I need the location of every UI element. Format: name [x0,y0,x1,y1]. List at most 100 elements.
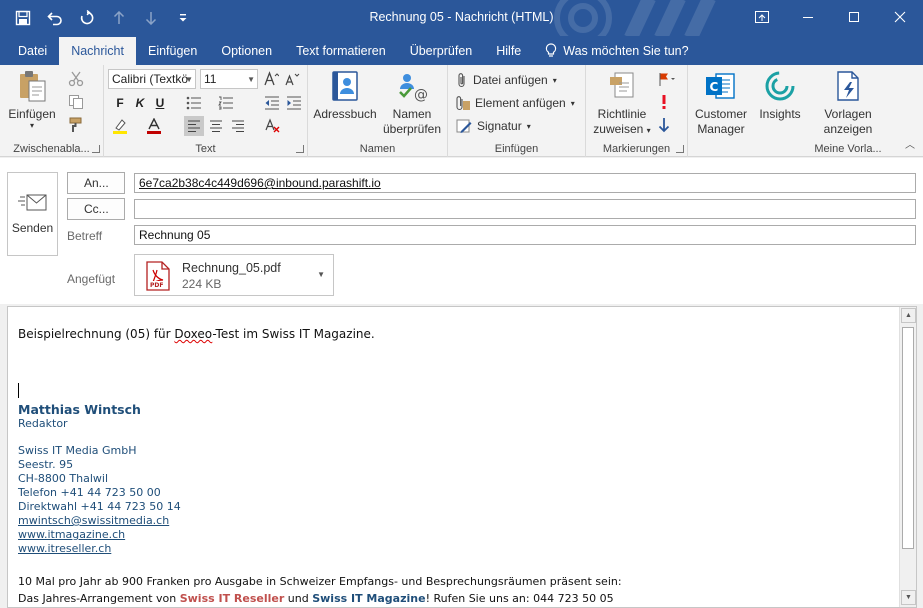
bold-button[interactable]: F [110,93,130,113]
promo-line-1: 10 Mal pro Jahr ab 900 Franken pro Ausga… [18,575,622,588]
signature-company: Swiss IT Media GmbH [18,444,137,457]
lightbulb-icon [546,43,557,57]
promo-line-2: Das Jahres-Arrangement von Swiss IT Rese… [18,592,614,605]
insights-button[interactable]: Insights [754,69,806,122]
font-color-icon[interactable] [144,116,164,136]
numbering-icon[interactable] [216,93,236,113]
attach-file-button[interactable]: Datei anfügen ▾ [456,69,557,91]
message-header: Senden An... 6e7ca2b38c4c449d696@inbound… [0,158,923,304]
customize-toolbar-icon[interactable] [170,6,196,30]
to-button[interactable]: An... [67,172,125,194]
misspelled-word[interactable]: Doxeo [174,327,212,341]
check-names-button[interactable]: @ Namen überprüfen [380,69,444,137]
cut-icon[interactable] [66,69,86,89]
group-label-clipboard: Zwischenabla... [13,143,90,155]
tell-me-search[interactable]: Was möchten Sie tun? [533,36,700,65]
high-importance-icon[interactable] [654,92,674,112]
shrink-font-icon[interactable] [282,69,302,89]
tab-einfuegen[interactable]: Einfügen [136,36,209,65]
collapse-ribbon-icon[interactable]: ︿ [905,136,915,151]
vertical-scrollbar[interactable]: ▲ ▼ [899,307,916,607]
tab-hilfe[interactable]: Hilfe [484,36,533,65]
text-cursor [18,383,19,398]
font-size-combo[interactable]: 11 ▼ [200,69,258,89]
customer-manager-icon: C [706,73,735,99]
attachment-name: Rechnung_05.pdf [182,261,281,275]
tab-optionen[interactable]: Optionen [209,36,284,65]
cc-button[interactable]: Cc... [67,198,125,220]
minimize-icon[interactable] [785,0,831,34]
send-icon [17,194,46,211]
title-bar-pattern [554,0,716,36]
save-icon[interactable] [10,6,36,30]
pdf-file-icon: PDF [146,261,170,291]
group-clipboard: Einfügen ▾ Zwischenabla... [0,65,104,157]
check-names-icon: @ [399,74,428,103]
customer-manager-button[interactable]: C Customer Manager [690,69,752,137]
decrease-indent-icon[interactable] [262,93,282,113]
attachment-dropdown-icon[interactable]: ▼ [317,270,325,279]
signature-email-link[interactable]: mwintsch@swissitmedia.ch [18,514,169,527]
attachment-card[interactable]: PDF Rechnung_05.pdf 224 KB ▼ [134,254,334,296]
signature-city: CH-8800 Thalwil [18,472,109,485]
scroll-up-icon[interactable]: ▲ [901,308,916,323]
clipboard-launcher-icon[interactable] [92,145,100,153]
scroll-thumb[interactable] [902,327,914,549]
align-right-icon[interactable] [228,116,248,136]
group-label-tags: Markierungen [602,143,671,155]
subject-field[interactable]: Rechnung 05 [134,225,916,245]
signature-web-link-2[interactable]: www.itreseller.ch [18,542,111,555]
ribbon: Einfügen ▾ Zwischenabla... Calibri (Text… [0,65,923,157]
tab-datei[interactable]: Datei [6,36,59,65]
format-painter-icon[interactable] [66,115,86,135]
signature-street: Seestr. 95 [18,458,74,471]
tab-text-formatieren[interactable]: Text formatieren [284,36,398,65]
send-button[interactable]: Senden [7,172,58,256]
svg-text:C: C [710,80,719,94]
signature-web-link-1[interactable]: www.itmagazine.ch [18,528,125,541]
tab-nachricht[interactable]: Nachricht [59,37,136,65]
maximize-icon[interactable] [831,0,877,34]
paperclip-icon [458,73,465,88]
arrow-up-icon[interactable] [106,6,132,30]
text-launcher-icon[interactable] [296,145,304,153]
tell-me-text: Was möchten Sie tun? [563,43,689,58]
policy-icon [610,72,634,98]
copy-icon[interactable] [66,92,86,112]
ribbon-display-options-icon[interactable] [739,0,785,34]
attach-item-button[interactable]: Element anfügen ▾ [456,92,575,114]
signature-icon [456,119,472,133]
italic-button[interactable]: K [130,93,150,113]
redo-icon[interactable] [74,6,100,30]
font-name-combo[interactable]: Calibri (Textkö ▼ [108,69,196,89]
view-templates-button[interactable]: Vorlagen anzeigen [814,69,882,137]
clear-formatting-icon[interactable] [262,116,282,136]
assign-policy-button[interactable]: Richtlinie zuweisen ▾ [590,69,654,138]
increase-indent-icon[interactable] [284,93,304,113]
grow-font-icon[interactable] [261,69,281,89]
tags-launcher-icon[interactable] [676,145,684,153]
align-center-icon[interactable] [206,116,226,136]
to-field[interactable]: 6e7ca2b38c4c449d696@inbound.parashift.io [134,173,916,193]
undo-icon[interactable] [42,6,68,30]
signature-name: Matthias Wintsch [18,402,141,417]
follow-up-flag-icon[interactable] [654,69,680,89]
to-recipient[interactable]: 6e7ca2b38c4c449d696@inbound.parashift.io [139,176,381,190]
highlight-icon[interactable] [110,116,130,136]
address-book-button[interactable]: Adressbuch [312,69,378,122]
align-left-icon[interactable] [184,116,204,136]
message-body[interactable]: Beispielrechnung (05) für Doxeo-Test im … [7,306,917,608]
attachment-size: 224 KB [182,277,222,291]
paste-button[interactable]: Einfügen ▾ [8,69,56,130]
subject-label: Betreff [67,229,103,243]
low-importance-icon[interactable] [654,115,674,135]
bullets-icon[interactable] [184,93,204,113]
group-names: Adressbuch @ Namen überprüfen Namen [308,65,448,157]
tab-ueberpruefen[interactable]: Überprüfen [398,36,485,65]
cc-field[interactable] [134,199,916,219]
scroll-down-icon[interactable]: ▼ [901,590,916,605]
signature-button[interactable]: Signatur ▾ [456,115,531,137]
arrow-down-icon[interactable] [138,6,164,30]
underline-button[interactable]: U [150,93,170,113]
close-icon[interactable] [877,0,923,34]
